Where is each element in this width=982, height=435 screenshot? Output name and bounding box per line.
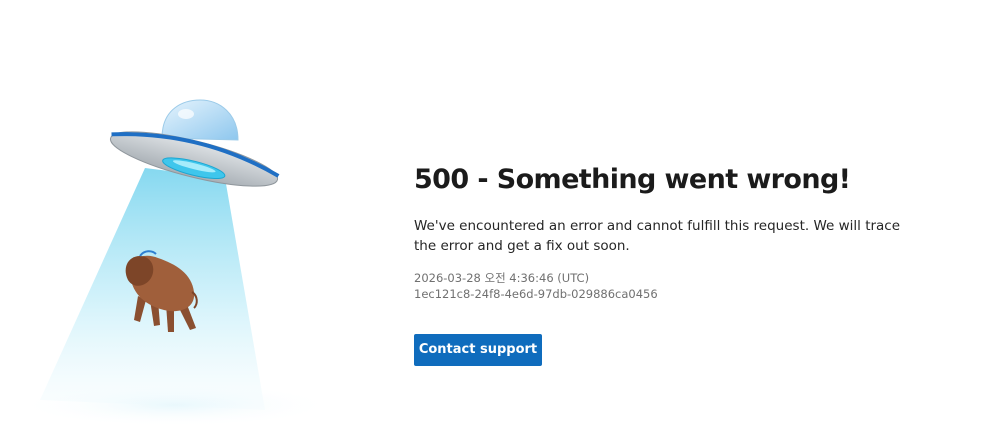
ufo-dome — [161, 99, 239, 141]
error-content: 500 - Something went wrong! We've encoun… — [414, 160, 934, 366]
error-timestamp: 2026-03-28 오전 4:36:46 (UTC) — [414, 271, 590, 285]
error-details: 2026-03-28 오전 4:36:46 (UTC) 1ec121c8-24f… — [414, 270, 934, 302]
ufo-bison-illustration — [15, 99, 335, 427]
correlation-id: 1ec121c8-24f8-4e6d-97db-029886ca0456 — [414, 287, 658, 301]
dome-highlight — [178, 109, 194, 119]
error-page: 500 - Something went wrong! We've encoun… — [0, 0, 982, 435]
error-message: We've encountered an error and cannot fu… — [414, 218, 901, 254]
contact-support-button[interactable]: Contact support — [414, 334, 542, 366]
page-title: 500 - Something went wrong! — [414, 164, 851, 195]
